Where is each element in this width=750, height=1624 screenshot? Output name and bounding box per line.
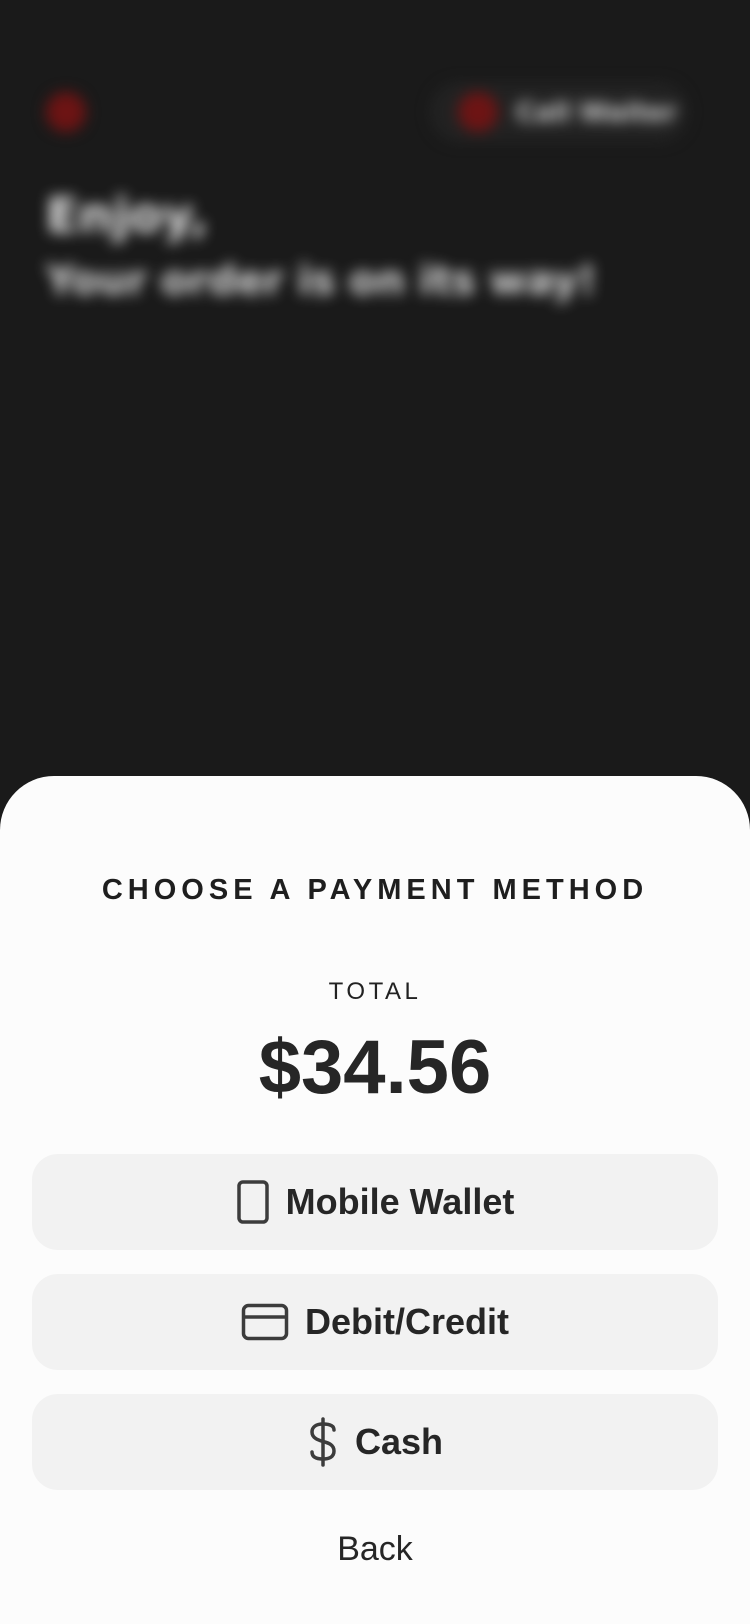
cash-label: Cash bbox=[354, 1421, 444, 1462]
sheet-title: CHOOSE A PAYMENT METHOD bbox=[101, 874, 649, 906]
total-amount: $34.56 bbox=[258, 1025, 492, 1110]
mobile-wallet-button[interactable]: Mobile Wallet bbox=[32, 1154, 718, 1250]
phone-icon bbox=[236, 1179, 270, 1225]
dollar-icon bbox=[307, 1417, 339, 1467]
total-label: TOTAL bbox=[328, 978, 422, 1005]
debit-credit-button[interactable]: Debit/Credit bbox=[32, 1274, 718, 1370]
bell-icon bbox=[458, 92, 498, 132]
back-button[interactable]: Back bbox=[0, 1530, 750, 1569]
cash-button[interactable]: Cash bbox=[32, 1394, 718, 1490]
debit-credit-label: Debit/Credit bbox=[304, 1301, 509, 1342]
call-waiter-label: Call Waiter bbox=[516, 98, 677, 128]
background-title: Enjoy, bbox=[46, 188, 209, 244]
credit-card-icon bbox=[241, 1303, 289, 1341]
background-subtitle: Your order is on its way! bbox=[46, 258, 597, 304]
restaurant-logo bbox=[46, 92, 86, 132]
mobile-wallet-label: Mobile Wallet bbox=[285, 1181, 515, 1222]
